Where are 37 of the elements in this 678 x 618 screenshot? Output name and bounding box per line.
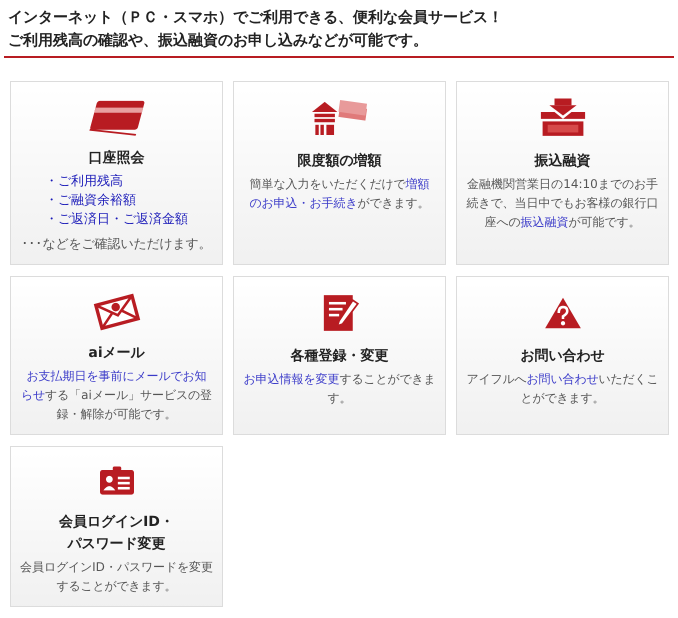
card-description: お申込情報を変更することができます。 bbox=[242, 371, 436, 407]
list-link[interactable]: ・ご利用残高 bbox=[45, 172, 123, 191]
service-card[interactable]: aiメール お支払期日を事前にメールでお知 らせする「aiメール」サービスの登録・解除が可能です。 bbox=[10, 276, 223, 435]
list-link[interactable]: ・ご返済日・ご返済金額 bbox=[45, 210, 188, 229]
service-card[interactable]: 振込融資 金融機関営業日の14:10までのお手続きで、当日中でもお客様の銀行口座への振込融資が可能です。 bbox=[456, 81, 669, 265]
card-description: アイフルへお問い合わせいただくことができます。 bbox=[466, 371, 660, 407]
text-link[interactable]: 増額 bbox=[406, 177, 430, 191]
text-link[interactable]: らせ bbox=[21, 388, 46, 402]
page-heading: インターネット（ＰＣ・スマホ）でご利用できる、便利な会員サービス！ bbox=[8, 7, 504, 28]
service-card[interactable]: 限度額の増額 簡単な入力をいただくだけで増額 のお申込・お手続き ができます。 bbox=[233, 81, 446, 265]
card-description: 会員ログインID・パスワードを変更することができます。 bbox=[19, 559, 214, 595]
text-link[interactable]: 振込融資 bbox=[520, 215, 568, 229]
card-note: ･･･などをご確認いただけます。 bbox=[22, 236, 212, 254]
text-link[interactable]: お問い合わせ bbox=[526, 372, 598, 386]
page-heading: ご利用残高の確認や、振込融資のお申し込みなどが可能です。 bbox=[8, 30, 429, 51]
text-link[interactable]: お支払期日を事前にメールでお知 bbox=[26, 369, 206, 383]
card-title: aiメール bbox=[88, 344, 145, 363]
id-card-icon bbox=[98, 466, 134, 496]
service-card[interactable]: 各種登録・変更 お申込情報を変更することができます。 bbox=[233, 276, 446, 435]
card-description: 簡単な入力をいただくだけで増額 のお申込・お手続き ができます。 bbox=[248, 176, 430, 212]
card-title: 限度額の増額 bbox=[298, 152, 382, 171]
service-card[interactable]: 口座照会 ・ご利用残高 ・ご融資余裕額 ・ご返済日・ご返済金額 ･･･などをご確認いただけます。 bbox=[10, 81, 223, 265]
service-card[interactable]: お問い合わせ アイフルへお問い合わせいただくことができます。 bbox=[456, 276, 669, 435]
card-title: 口座照会 bbox=[88, 148, 144, 168]
card-title: パスワード変更 bbox=[68, 534, 166, 554]
money-up-icon bbox=[310, 98, 370, 138]
service-card[interactable]: 会員ログインID・ パスワード変更 会員ログインID・パスワードを変更することができます。 bbox=[10, 446, 223, 607]
warning-icon bbox=[542, 296, 582, 330]
list-link[interactable]: ・ご融資余裕額 bbox=[45, 191, 136, 210]
card-description: 金融機関営業日の14:10までのお手続きで、当日中でもお客様の銀行口座への振込融資が可能です。 bbox=[466, 176, 660, 231]
text-link[interactable]: お申込情報を変更 bbox=[244, 372, 340, 386]
text-link[interactable]: のお申込・お手続き bbox=[250, 196, 358, 210]
card-title: 会員ログインID・ bbox=[59, 513, 174, 532]
card-description: お支払期日を事前にメールでお知 らせする「aiメール」サービスの登録・解除が可能です。 bbox=[20, 368, 213, 423]
card-title: お問い合わせ bbox=[520, 347, 604, 366]
card-title: 各種登録・変更 bbox=[290, 346, 388, 366]
card-title: 振込融資 bbox=[534, 152, 590, 171]
